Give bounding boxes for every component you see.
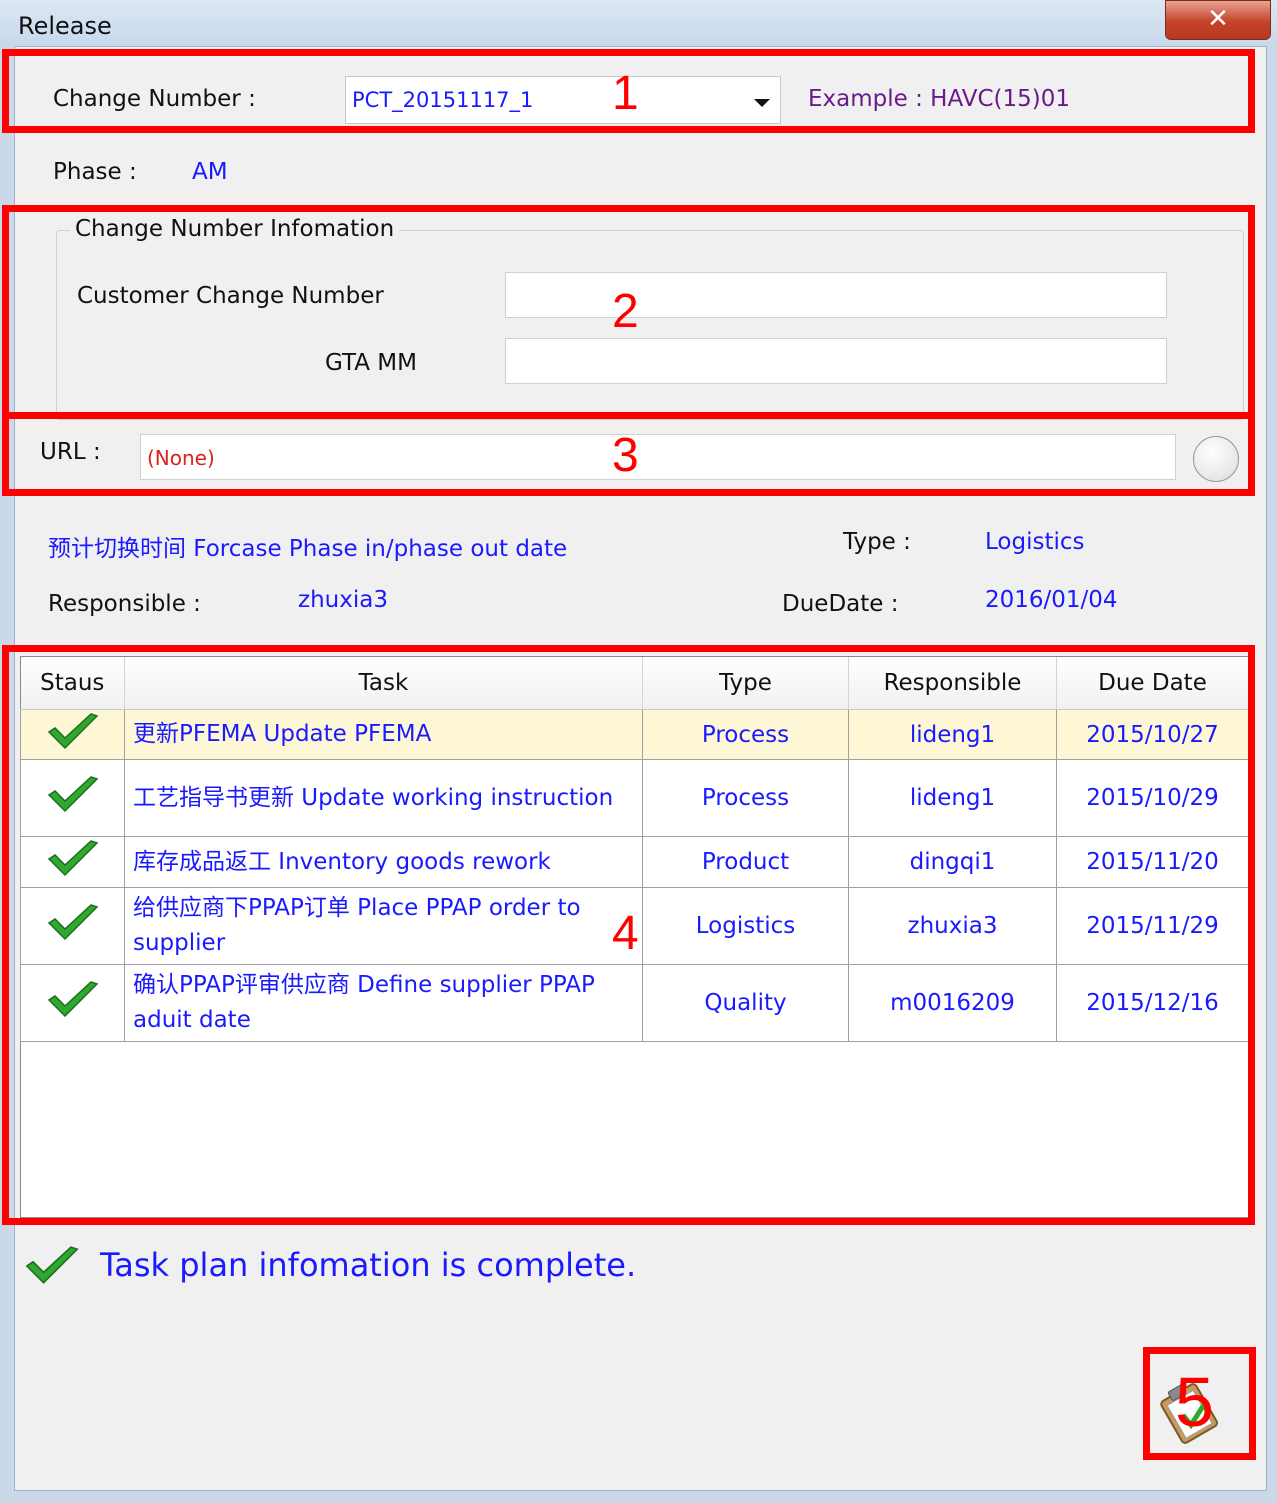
responsible-cell: m0016209 — [848, 964, 1057, 1042]
type-cell: Logistics — [642, 887, 849, 965]
responsible-label: Responsible : — [48, 591, 201, 617]
task-cell: 给供应商下PPAP订单 Place PPAP order to supplier — [124, 887, 643, 965]
status-cell — [20, 964, 125, 1042]
column-header-type[interactable]: Type — [642, 657, 849, 710]
column-header-due-date[interactable]: Due Date — [1056, 657, 1249, 710]
task-cell: 工艺指导书更新 Update working instruction — [124, 759, 643, 837]
due-date-cell: 2015/11/29 — [1056, 887, 1249, 965]
check-icon — [47, 904, 98, 941]
due-date-cell: 2015/10/29 — [1056, 759, 1249, 837]
annotation-number-2: 2 — [612, 285, 639, 338]
phase-label: Phase : — [53, 159, 137, 185]
url-label: URL : — [40, 439, 101, 465]
duedate-label: DueDate : — [782, 591, 899, 617]
change-number-example: Example : HAVC(15)01 — [808, 86, 1070, 112]
check-icon — [47, 776, 98, 813]
type-cell: Process — [642, 759, 849, 837]
table-row[interactable]: 更新PFEMA Update PFEMA Process lideng1 201… — [20, 709, 1249, 760]
change-number-combobox[interactable]: PCT_20151117_1 — [345, 76, 781, 124]
url-value: (None) — [147, 446, 215, 470]
complete-check-icon — [25, 1246, 79, 1284]
check-icon — [47, 712, 98, 749]
column-header-responsible[interactable]: Responsible — [848, 657, 1057, 710]
dropdown-arrow-icon[interactable] — [754, 99, 770, 107]
due-date-cell: 2015/10/27 — [1056, 709, 1249, 760]
window-title: Release — [18, 12, 112, 40]
forecast-date-label[interactable]: 预计切换时间 Forcase Phase in/phase out date — [48, 529, 567, 563]
type-cell: Process — [642, 709, 849, 760]
type-cell: Quality — [642, 964, 849, 1042]
title-bar — [0, 0, 1277, 46]
close-button[interactable]: ✕ — [1165, 0, 1271, 40]
type-cell: Product — [642, 836, 849, 888]
annotation-number-4: 4 — [612, 907, 639, 960]
status-cell — [20, 709, 125, 760]
customer-change-number-field[interactable] — [505, 272, 1167, 318]
duedate-value: 2016/01/04 — [985, 587, 1118, 613]
change-number-label: Change Number : — [53, 86, 256, 112]
responsible-cell: lideng1 — [848, 759, 1057, 837]
phase-value: AM — [192, 159, 228, 185]
status-cell — [20, 887, 125, 965]
gta-mm-label: GTA MM — [325, 350, 417, 376]
table-row[interactable]: 确认PPAP评审供应商 Define supplier PPAP aduit d… — [20, 964, 1249, 1042]
type-label: Type : — [843, 529, 911, 555]
url-field[interactable]: (None) — [140, 434, 1176, 480]
task-cell: 更新PFEMA Update PFEMA — [124, 709, 643, 760]
table-row[interactable]: 工艺指导书更新 Update working instruction Proce… — [20, 759, 1249, 837]
gta-mm-field[interactable] — [505, 338, 1167, 384]
task-table: Staus Task Type Responsible Due Date 更新P… — [20, 657, 1249, 1042]
customer-change-number-label: Customer Change Number — [77, 283, 384, 309]
status-cell — [20, 759, 125, 837]
annotation-number-3: 3 — [612, 429, 639, 482]
group-title: Change Number Infomation — [70, 216, 400, 242]
annotation-number-5: 5 — [1175, 1363, 1214, 1441]
status-cell — [20, 836, 125, 888]
responsible-cell: zhuxia3 — [848, 887, 1057, 965]
column-header-task[interactable]: Task — [124, 657, 643, 710]
responsible-cell: lideng1 — [848, 709, 1057, 760]
annotation-number-1: 1 — [612, 67, 639, 120]
column-header-status[interactable]: Staus — [20, 657, 125, 710]
responsible-cell: dingqi1 — [848, 836, 1057, 888]
type-value: Logistics — [985, 529, 1085, 555]
check-icon — [47, 981, 98, 1018]
change-number-info-group — [56, 230, 1244, 420]
status-message: Task plan infomation is complete. — [100, 1246, 637, 1284]
task-cell: 确认PPAP评审供应商 Define supplier PPAP aduit d… — [124, 964, 643, 1042]
table-header-row: Staus Task Type Responsible Due Date — [20, 657, 1249, 710]
responsible-value: zhuxia3 — [298, 587, 388, 613]
check-icon — [47, 840, 98, 877]
due-date-cell: 2015/11/20 — [1056, 836, 1249, 888]
due-date-cell: 2015/12/16 — [1056, 964, 1249, 1042]
close-icon: ✕ — [1207, 4, 1229, 34]
change-number-value: PCT_20151117_1 — [352, 88, 534, 112]
task-cell: 库存成品返工 Inventory goods rework — [124, 836, 643, 888]
url-open-button[interactable] — [1193, 436, 1239, 482]
table-row[interactable]: 库存成品返工 Inventory goods rework Product di… — [20, 836, 1249, 888]
